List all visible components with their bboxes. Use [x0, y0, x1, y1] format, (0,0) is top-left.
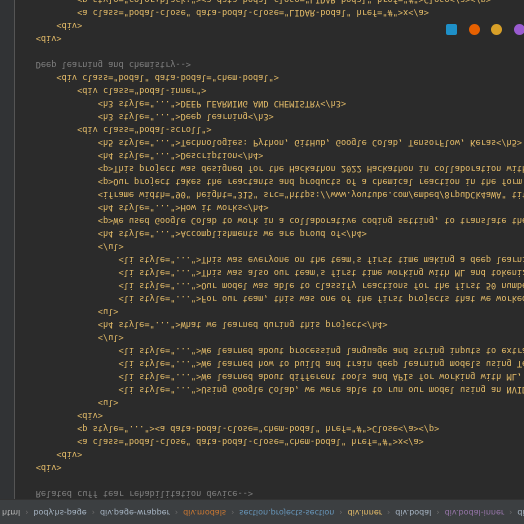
code-line[interactable]: <li style="...">We learned about differe… [15, 369, 524, 382]
code-line[interactable]: <div class="bodal-inner"> [15, 83, 206, 96]
breadcrumb: html › body.hs-page › div.page-wrapper › div.m… [0, 499, 524, 524]
code-line[interactable]: <li style="...">Using Google Colab, we w… [15, 382, 524, 395]
code-line[interactable]: <p>Our project takes the reactants and p… [15, 174, 524, 187]
breadcrumb-item-projects-section[interactable]: section.projects-section [237, 500, 336, 524]
code-line[interactable]: <li style="...">This was everyone on the… [15, 252, 524, 265]
breadcrumb-item-html[interactable]: html [0, 500, 22, 524]
code-line[interactable]: <div class="bodal" data-bodal="chem-boda… [15, 70, 278, 83]
code-line[interactable]: <p>This project was designed for the Hac… [15, 161, 524, 174]
code-line[interactable]: <h4 style="...">Accomplishments we are p… [15, 226, 367, 239]
code-line[interactable]: <h3 style="...">DEEP LEARNING AND CHEMIS… [15, 96, 346, 109]
breadcrumb-item-modals[interactable]: div.modals [181, 500, 228, 524]
chrome-icon[interactable] [446, 24, 457, 35]
browser-preview-icons [446, 22, 524, 36]
code-line[interactable]: <p style="color:black;"><a data-bodal-cl… [15, 0, 491, 5]
code-line[interactable]: Deep learning and chemistry--> [15, 57, 191, 70]
breadcrumb-separator: › [174, 508, 179, 517]
code-line[interactable]: <div> [15, 447, 82, 460]
code-line[interactable]: Related cuff tear rehabilitation device-… [15, 486, 253, 499]
breadcrumb-separator: › [339, 508, 343, 517]
breadcrumb-item-body[interactable]: body.hs-page [31, 500, 88, 524]
breadcrumb-separator: › [25, 508, 29, 517]
code-line[interactable]: <h4 style="...">Description</h4> [15, 148, 264, 161]
edge-icon[interactable] [491, 24, 503, 35]
breadcrumb-separator: › [231, 508, 235, 517]
code-line[interactable]: <li style="...">We learned about process… [15, 343, 524, 356]
code-line[interactable]: </ul> [15, 239, 124, 252]
safari-icon[interactable] [513, 24, 524, 35]
breadcrumb-separator: › [436, 508, 440, 517]
code-line[interactable]: <li style="...">For our team, this was o… [15, 291, 524, 304]
code-line[interactable]: <li style="...">Our model was able to cl… [15, 278, 524, 291]
code-line[interactable]: <h4 style="...">What we learned during t… [15, 317, 388, 330]
code-line[interactable]: <iframe width="90" height="315" src="htt… [15, 187, 524, 200]
code-line[interactable]: <li style="...">We learned how to build … [15, 356, 524, 369]
breadcrumb-item-inner[interactable]: div.inner [346, 500, 385, 524]
breadcrumb-item-bodal-scroll[interactable]: div.bodal-scroll [515, 500, 524, 524]
code-line[interactable]: <li style="...">This was also our team's… [15, 265, 524, 278]
editor-screen: html › body.hs-page › div.page-wrapper › div.m… [0, 0, 524, 524]
code-line[interactable]: <p style="..."><a data-bodal-close="chem… [15, 421, 439, 434]
breadcrumb-item-page-wrapper[interactable]: div.page-wrapper [98, 500, 172, 524]
code-editor[interactable]: Related cuff tear rehabilitation device-… [15, 0, 524, 499]
code-line[interactable]: <p>We used Google Colab to work in a col… [15, 213, 524, 226]
breadcrumb-separator: › [91, 508, 95, 517]
code-line[interactable]: <div class="bodal-scroll"> [15, 122, 212, 135]
code-line[interactable]: <ul> [15, 304, 119, 317]
editor-gutter[interactable] [0, 0, 15, 499]
code-line[interactable]: <div> [15, 18, 82, 31]
code-line[interactable]: <a class="bodal-close" data-bodal-close=… [15, 5, 429, 18]
code-line[interactable]: <div> [15, 408, 103, 421]
code-line[interactable]: <a class="bodal-close" data-bodal-close=… [15, 434, 424, 447]
code-line[interactable]: <h4 style="...">How it works</h4> [15, 200, 269, 213]
breadcrumb-separator: › [387, 508, 391, 517]
code-line[interactable]: <div> [15, 31, 62, 44]
firefox-icon[interactable] [468, 24, 480, 35]
code-line[interactable]: <h3 style="...">Deep learning</h3> [15, 109, 274, 122]
code-line[interactable]: <div> [15, 460, 62, 473]
breadcrumb-separator: › [509, 508, 513, 517]
breadcrumb-item-bodal[interactable]: div.bodal [393, 500, 433, 524]
breadcrumb-item-bodal-inner[interactable]: div.bodal-inner [443, 500, 507, 524]
code-line[interactable]: <ul> [15, 395, 119, 408]
code-line[interactable]: <h5 style="...">Technologies: Python, Gi… [15, 135, 522, 148]
code-line[interactable]: </ul> [15, 330, 124, 343]
